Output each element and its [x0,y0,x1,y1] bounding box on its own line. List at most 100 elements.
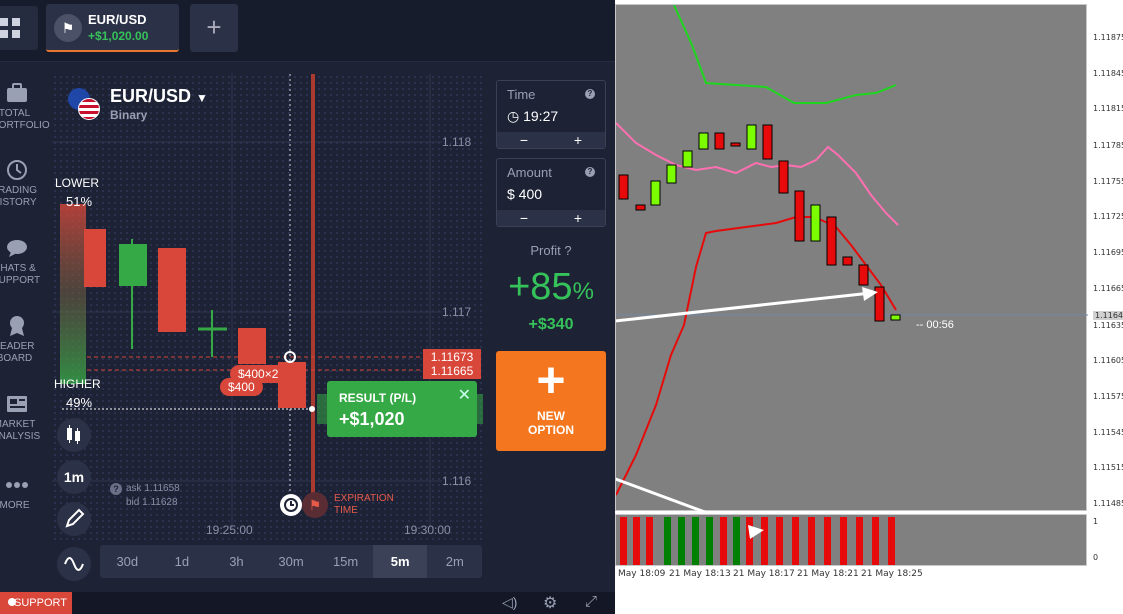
result-popup: RESULT (P/L) +$1,020 ✕ [327,381,477,437]
amount-label: Amount [507,165,552,180]
amount-increase-button[interactable]: + [551,210,605,226]
amount-value[interactable]: $ 400 [507,186,542,202]
apps-grid-button[interactable] [0,6,38,50]
help-icon: ? [564,243,572,258]
price-axis-label: 1.11725 [1093,212,1123,221]
time-decrease-button[interactable]: − [497,132,551,148]
time-axis-label: 21 May 18:21 [797,569,859,579]
mt4-indicator-canvas [620,517,895,565]
support-dot-icon [8,598,16,606]
price-level-label: 1.118 [442,135,472,149]
expiration-label: EXPIRATION TIME [334,493,394,516]
time-axis-label: May 18:09 [618,569,666,579]
price-axis-label: 1.11875 [1093,33,1123,42]
chat-icon [6,240,27,257]
current-price-label: 1.11642 [1093,311,1123,320]
mt4-sub-indicator[interactable] [615,514,1087,566]
sidebar-item-label: MARKET ANALYSIS [0,419,41,442]
sidebar-item-leaderboard[interactable]: LEADER BOARD [0,315,45,365]
expiration-flag-icon: ⚑ [302,492,328,518]
help-icon[interactable]: ? [110,483,122,495]
drawing-tools-button[interactable] [57,502,91,536]
sidebar: TOTAL PORTFOLIO TRADING HISTORY CHATS & … [0,62,50,592]
amount-decrease-button[interactable]: − [497,210,551,226]
profit-amount: +$340 [528,316,574,333]
pencil-icon [65,508,85,528]
band-middle [615,122,899,226]
help-icon[interactable]: ? [585,167,595,177]
sidebar-item-label: CHATS & SUPPORT [0,263,41,286]
sidebar-item-label: TRADING HISTORY [0,185,37,208]
chevron-down-icon: ▼ [196,91,208,105]
candle-interval-button[interactable]: 1m [57,460,91,494]
plus-icon: + [536,352,566,408]
fullscreen-icon[interactable]: ⤢ [585,593,597,610]
bottom-bar: SUPPORT ◁) ⚙ ⤢ [0,592,615,614]
amount-stepper: − + [497,210,605,226]
help-icon[interactable]: ? [585,89,595,99]
time-increase-button[interactable]: + [551,132,605,148]
screenshot-root: ⚑ EUR/USD +$1,020.00 + TOTAL PORTFOLIO T… [0,0,1123,614]
history-icon [6,160,27,180]
timeframe-30d[interactable]: 30d [100,545,155,578]
countdown-timer: -- 00:56 [916,319,954,331]
timeframe-2m[interactable]: 2m [427,545,482,578]
annotation-arrow [285,355,757,533]
bet-amount-tag: $400 [220,378,263,396]
timeframe-selector: 30d 1d 3h 30m 15m 5m 2m [100,545,482,578]
sidebar-item-market-analysis[interactable]: MARKET ANALYSIS [0,393,45,443]
time-value: ◷ 19:27 [507,108,559,124]
candles-icon [67,425,80,444]
indicator-bars [620,517,895,565]
sidebar-item-label: TOTAL PORTFOLIO [0,108,50,131]
add-asset-tab-button[interactable]: + [190,4,238,52]
new-option-label: NEW OPTION [527,409,574,437]
amount-field[interactable]: Amount ? $ 400 − + [496,158,606,227]
sidebar-item-portfolio[interactable]: TOTAL PORTFOLIO [0,82,50,132]
sidebar-item-chats[interactable]: CHATS & SUPPORT [0,237,45,287]
timeframe-3h[interactable]: 3h [209,545,264,578]
timeframe-15m[interactable]: 15m [318,545,373,578]
mt4-chart-window: -- 00:56 1.11875 1.11845 1.11815 1.11785… [285,0,1123,614]
indicators-button[interactable] [57,547,91,581]
asset-tab-name: EUR/USD [88,12,147,27]
price-axis-label: 1.11575 [1093,392,1123,401]
new-option-button[interactable]: + NEW OPTION [496,351,606,451]
price-level-label: 1.117 [442,305,472,319]
price-axis-label: 1.11755 [1093,177,1123,186]
time-label: 19:25:00 [206,523,253,537]
volume-icon[interactable]: ◁) [502,594,517,611]
timeframe-1d[interactable]: 1d [155,545,210,578]
sidebar-item-label: LEADER BOARD [0,341,35,364]
asset-title: EUR/USD ▼ [110,86,208,106]
top-bar: ⚑ EUR/USD +$1,020.00 + [0,0,615,62]
price-axis-label: 1.11845 [1093,69,1123,78]
time-axis-label: 21 May 18:17 [733,569,795,579]
more-icon [5,482,28,488]
asset-type: Binary [110,108,148,122]
price-axis-label: 1.11695 [1093,248,1123,257]
asset-tab-eurusd[interactable]: ⚑ EUR/USD +$1,020.00 [46,4,179,52]
timeframe-5m[interactable]: 5m [372,545,428,578]
flag-icon: ⚑ [54,14,82,42]
sentiment-bar [60,204,86,384]
ask-price: ask 1.11658 [126,483,180,494]
asset-tab-pnl: +$1,020.00 [88,29,149,43]
price-chart[interactable]: 1.118 1.117 1.116 19:25:00 19:30:00 ? as… [52,74,482,584]
chart-type-button[interactable] [57,418,91,452]
sidebar-item-history[interactable]: TRADING HISTORY [0,159,45,209]
mt4-main-chart[interactable]: -- 00:56 [285,4,1088,533]
sidebar-item-label: MORE [0,500,30,511]
lower-label: LOWER [55,176,100,190]
bid-price: bid 1.11628 [126,497,178,508]
close-icon[interactable]: ✕ [458,385,471,405]
time-stepper: − + [497,132,605,148]
timeframe-30m[interactable]: 30m [264,545,319,578]
price-axis-label: 1.11635 [1093,321,1123,330]
trading-platform: ⚑ EUR/USD +$1,020.00 + TOTAL PORTFOLIO T… [0,0,615,614]
higher-label: HIGHER [54,377,101,391]
sidebar-item-more[interactable]: MORE [0,474,45,512]
time-field[interactable]: Time ? ◷ 19:27 − + [496,80,606,149]
sub-axis-label: 1 [1093,517,1099,526]
gear-icon[interactable]: ⚙ [543,593,557,613]
